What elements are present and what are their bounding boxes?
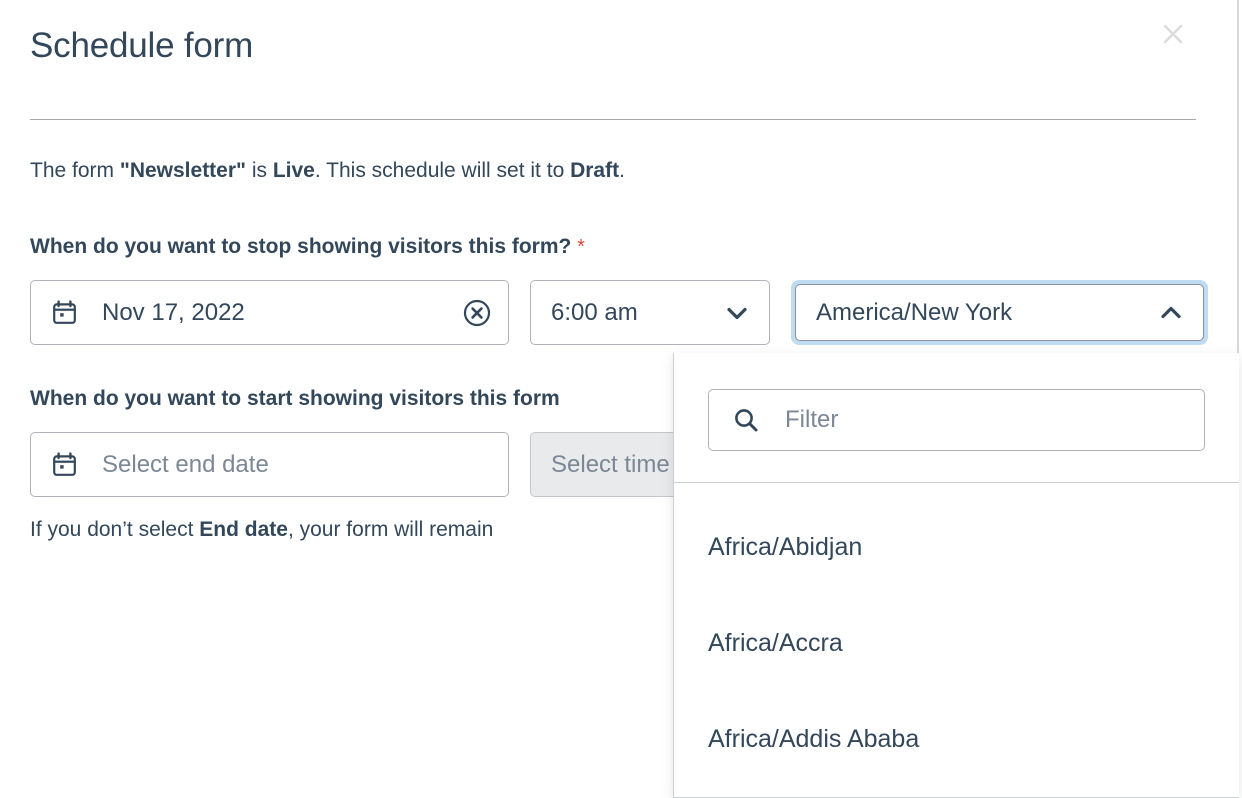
stop-date-input[interactable]: Nov 17, 2022 — [30, 280, 509, 345]
screen: Analytics Publish on 11/24/ Schedule for… — [0, 0, 1242, 798]
chevron-down-icon — [723, 299, 751, 327]
start-datetime-row: Select end date Select time — [30, 432, 770, 497]
status-middle: is — [246, 159, 273, 182]
stop-date-value: Nov 17, 2022 — [102, 299, 462, 327]
stop-showing-label-text: When do you want to stop showing visitor… — [30, 235, 571, 258]
close-icon[interactable] — [1155, 16, 1191, 52]
search-icon — [731, 405, 761, 435]
list-item[interactable]: Africa/Accra — [674, 595, 1239, 691]
start-date-placeholder: Select end date — [102, 451, 492, 479]
timezone-value: America/New York — [816, 299, 1157, 327]
start-date-input[interactable]: Select end date — [30, 432, 509, 497]
status-prefix: The form — [30, 159, 120, 182]
stop-time-value: 6:00 am — [551, 299, 723, 327]
stop-showing-label: When do you want to stop showing visitor… — [30, 233, 585, 261]
helper-prefix: If you don’t select — [30, 518, 199, 541]
calendar-icon — [51, 299, 78, 326]
end-date-helper-text: If you don’t select End date, your form … — [30, 516, 493, 544]
start-showing-label: When do you want to start showing visito… — [30, 385, 560, 413]
schedule-status-text: The form "Newsletter" is Live. This sche… — [30, 157, 625, 185]
helper-suffix: , your form will remain — [288, 518, 493, 541]
timezone-select[interactable]: America/New York — [795, 284, 1204, 341]
status-target-state: Draft — [570, 159, 619, 182]
required-asterisk: * — [577, 236, 585, 258]
list-item[interactable]: Africa/Abidjan — [674, 499, 1239, 595]
list-item[interactable]: Africa/Addis Ababa — [674, 691, 1239, 787]
calendar-icon — [51, 451, 78, 478]
timezone-dropdown-panel: Africa/Abidjan Africa/Accra Africa/Addis… — [673, 353, 1239, 798]
chevron-up-icon — [1157, 299, 1185, 327]
page-title: Schedule form — [30, 24, 253, 68]
search-input[interactable] — [785, 406, 1184, 434]
clear-circle-x-icon[interactable] — [462, 298, 492, 328]
stop-datetime-row: Nov 17, 2022 6:00 am — [30, 280, 1208, 345]
stop-time-select[interactable]: 6:00 am — [530, 280, 770, 345]
timezone-select-focus-ring: America/New York — [791, 280, 1208, 345]
status-suffix: . — [619, 159, 625, 182]
timezone-filter-area — [674, 353, 1239, 483]
status-current-state: Live — [273, 159, 315, 182]
status-middle-2: . This schedule will set it to — [315, 159, 570, 182]
timezone-option-list: Africa/Abidjan Africa/Accra Africa/Addis… — [674, 483, 1239, 787]
helper-bold: End date — [199, 518, 288, 541]
status-form-name: "Newsletter" — [120, 159, 246, 182]
timezone-filter-box[interactable] — [708, 389, 1205, 451]
